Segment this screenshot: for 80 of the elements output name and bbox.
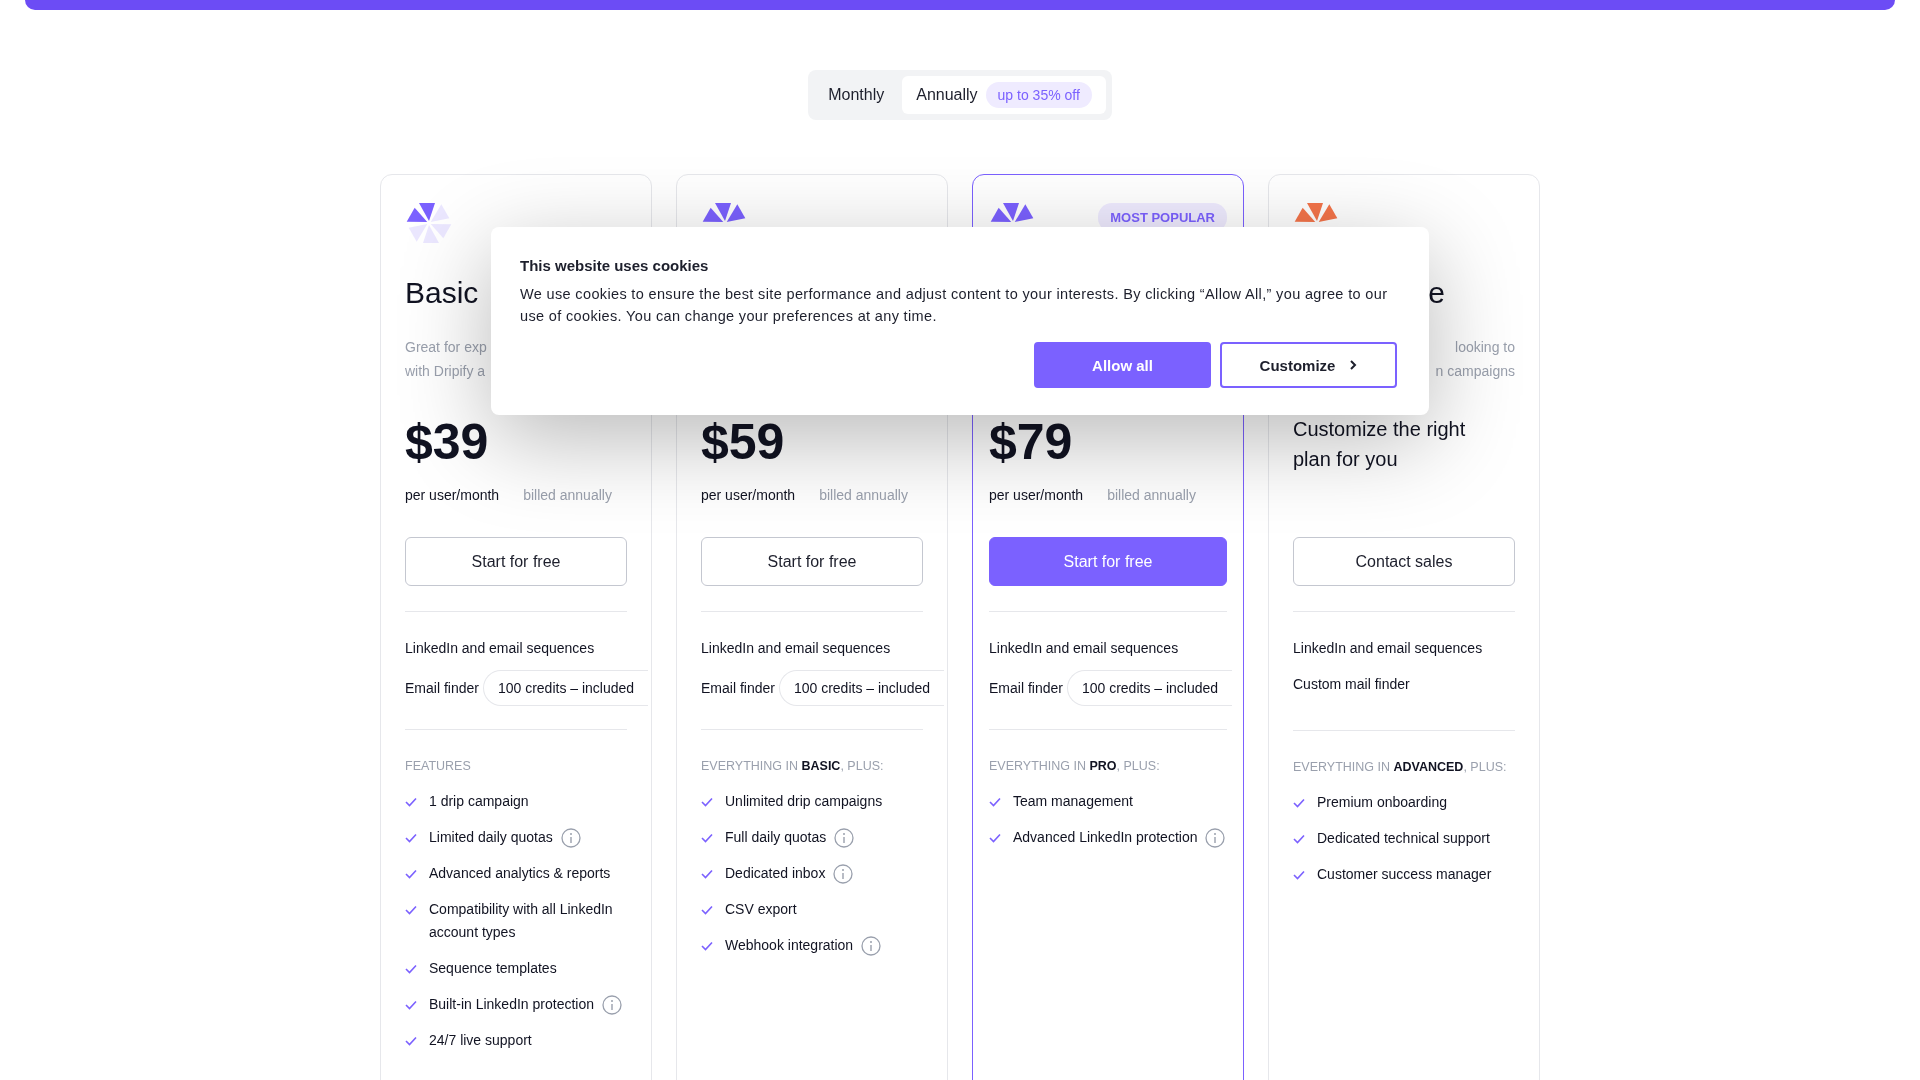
- plan-price: $79: [989, 413, 1074, 472]
- billing-option[interactable]: Annually up to 35% off: [902, 76, 1106, 114]
- price-period: per user/month: [989, 486, 1084, 505]
- price-period: per user/month: [701, 486, 796, 505]
- feature-text: Limited daily quotas: [429, 828, 553, 847]
- included-item: Email finder: [405, 680, 479, 696]
- feature-text: Premium onboarding: [1317, 793, 1447, 812]
- feature-text: Full daily quotas: [725, 828, 827, 847]
- included-item: Email finder: [989, 680, 1063, 696]
- included-item: LinkedIn and email sequences: [701, 639, 892, 658]
- included-item: Email finder: [701, 680, 775, 696]
- feature-text: Unlimited drip campaigns: [725, 792, 883, 811]
- feature-text: Customer success manager: [1317, 865, 1492, 884]
- check-icon: [1293, 834, 1305, 844]
- plan-button[interactable]: Contact sales: [1293, 537, 1515, 586]
- info-icon[interactable]: [1205, 827, 1226, 848]
- included-item: LinkedIn and email sequences: [1293, 639, 1484, 658]
- plan-description: n campaigns: [1435, 362, 1515, 381]
- check-icon: [701, 797, 713, 807]
- check-icon: [989, 797, 1001, 807]
- check-icon: [405, 1036, 417, 1046]
- check-icon: [701, 869, 713, 879]
- dialog-text: We use cookies to ensure the best site performance and adjust content to your interests. By clicking “Allow All,” you agree to our use of cookies. You can change your preferences at any time.: [520, 285, 1389, 326]
- check-icon: [405, 797, 417, 807]
- plan-button[interactable]: Start for free: [701, 537, 923, 586]
- check-icon: [701, 833, 713, 843]
- features-heading: EVERYTHING IN PRO, PLUS:: [989, 758, 1161, 775]
- chevron-icon: [1349, 359, 1358, 371]
- plan-title: e: [1428, 275, 1445, 311]
- feature-text: Webhook integration: [725, 936, 854, 955]
- check-icon: [701, 905, 713, 915]
- plan-description: looking to: [1455, 338, 1515, 357]
- billing-note: billed annually: [1107, 486, 1196, 505]
- check-icon: [405, 833, 417, 843]
- features-heading: FEATURES: [405, 758, 472, 775]
- features-heading: EVERYTHING IN BASIC, PLUS:: [701, 758, 885, 775]
- plan-tagline: Customize the right plan for you: [1293, 417, 1467, 472]
- info-icon[interactable]: [560, 827, 581, 848]
- check-icon: [405, 905, 417, 915]
- check-icon: [405, 869, 417, 879]
- info-icon[interactable]: [602, 994, 622, 1015]
- check-icon: [405, 964, 417, 974]
- feature-text: 24/7 live support: [429, 1031, 532, 1050]
- plan-description: with Dripify a: [405, 362, 486, 381]
- feature-text: Sequence templates: [429, 959, 557, 978]
- info-icon[interactable]: [861, 935, 882, 956]
- info-icon[interactable]: [833, 863, 854, 884]
- price-period: per user/month: [405, 486, 500, 505]
- plan-button[interactable]: Start for free: [405, 537, 627, 586]
- plan-description: Great for exp: [405, 338, 487, 357]
- feature-text: Advanced analytics & reports: [429, 864, 611, 883]
- plan-price: $59: [701, 413, 786, 472]
- feature-text: Built-in LinkedIn protection: [429, 995, 594, 1014]
- check-icon: [405, 1000, 417, 1010]
- plan-title: Basic: [405, 275, 479, 311]
- plan-price: $39: [405, 413, 490, 472]
- feature-text: Dedicated technical support: [1317, 829, 1490, 848]
- billing-option[interactable]: Monthly: [814, 76, 899, 114]
- feature-text: Compatibility with all LinkedIn account types: [429, 900, 614, 942]
- features-heading: EVERYTHING IN ADVANCED, PLUS:: [1293, 759, 1508, 776]
- included-item: LinkedIn and email sequences: [405, 639, 596, 658]
- billing-note: billed annually: [523, 486, 612, 505]
- plan-button[interactable]: Start for free: [989, 537, 1227, 586]
- billing-note: billed annually: [819, 486, 908, 505]
- included-item: LinkedIn and email sequences: [989, 639, 1180, 658]
- customize-button[interactable]: Customize: [1220, 342, 1397, 388]
- feature-text: CSV export: [725, 900, 797, 919]
- discount-badge: up to 35% off: [985, 82, 1092, 108]
- info-icon[interactable]: [834, 827, 855, 848]
- allow-all-button[interactable]: Allow all: [1034, 342, 1211, 388]
- check-icon: [989, 833, 1001, 843]
- check-icon: [701, 941, 713, 951]
- check-icon: [1293, 798, 1305, 808]
- check-icon: [1293, 870, 1305, 880]
- feature-text: 1 drip campaign: [429, 792, 529, 811]
- dialog-title: This website uses cookies: [520, 257, 710, 274]
- feature-text: Dedicated inbox: [725, 864, 826, 883]
- included-item: Custom mail finder: [1293, 676, 1410, 692]
- feature-text: Team management: [1013, 792, 1133, 811]
- feature-text: Advanced LinkedIn protection: [1013, 828, 1198, 847]
